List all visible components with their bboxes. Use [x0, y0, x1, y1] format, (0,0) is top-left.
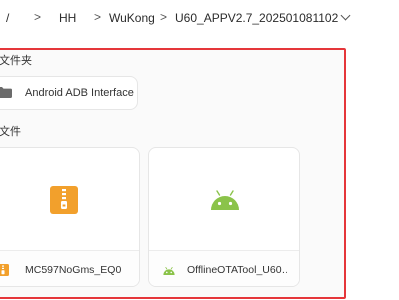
breadcrumb-item-wukong[interactable]: WuKong [109, 11, 155, 25]
folders-section-label: 文件夹 [0, 55, 32, 67]
folder-icon [0, 87, 12, 98]
folder-item[interactable]: Android ADB Interface [0, 76, 138, 110]
chevron-down-icon[interactable] [340, 10, 351, 21]
file-name: OfflineOTATool_U60… [187, 264, 287, 276]
zip-archive-icon [50, 186, 78, 214]
file-footer: OfflineOTATool_U60… [149, 250, 299, 286]
file-card[interactable]: OfflineOTATool_U60… [148, 147, 300, 287]
breadcrumb-root[interactable]: / [6, 11, 9, 25]
breadcrumb-current-label: U60_APPV2.7_202501081102 [175, 11, 339, 25]
folder-name: Android ADB Interface [25, 87, 134, 99]
files-section-label: 文件 [0, 126, 21, 138]
file-preview [0, 148, 139, 250]
breadcrumb-separator: > [34, 10, 42, 24]
android-icon [163, 267, 175, 275]
zip-archive-icon [0, 264, 9, 276]
breadcrumb-item-hh[interactable]: HH [59, 11, 76, 25]
breadcrumb: / > HH > WuKong > U60_APPV2.7_2025010811… [0, 0, 399, 38]
breadcrumb-item-current[interactable]: U60_APPV2.7_202501081102 [175, 10, 351, 25]
breadcrumb-separator: > [160, 10, 168, 24]
file-footer: MC597NoGms_EQ0… [0, 250, 139, 286]
file-preview [149, 148, 299, 250]
file-name: MC597NoGms_EQ0… [25, 264, 121, 276]
breadcrumb-separator: > [94, 10, 102, 24]
android-icon [211, 190, 239, 210]
file-card[interactable]: MC597NoGms_EQ0… [0, 147, 140, 287]
